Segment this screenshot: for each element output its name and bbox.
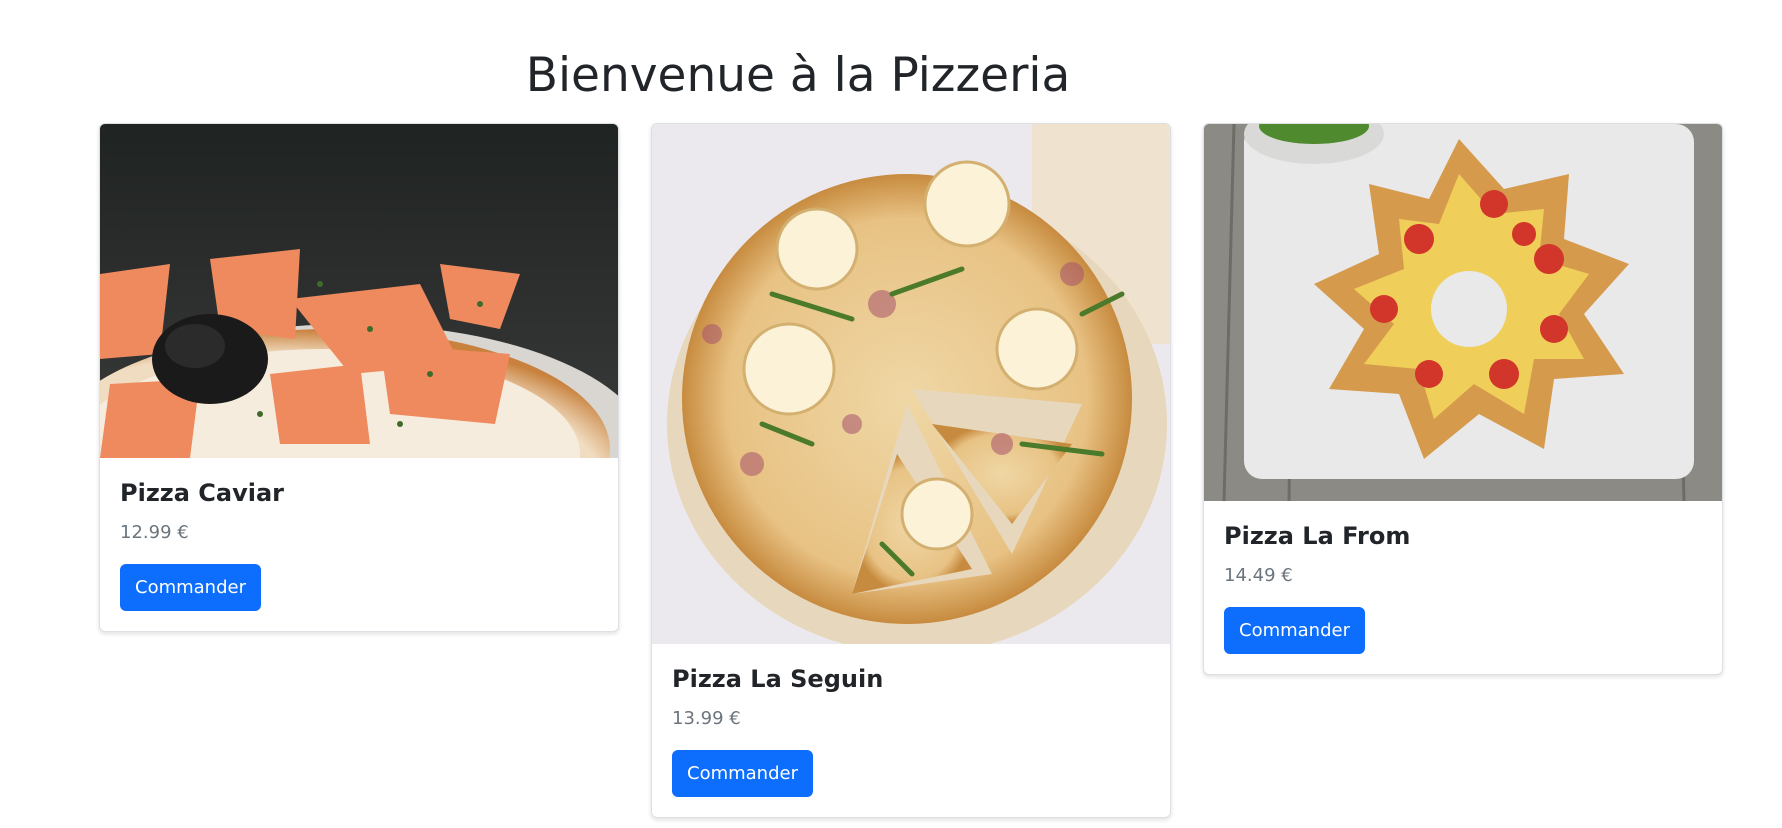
page: Bienvenue à la Pizzeria Pizza Caviar 12.… (0, 0, 1782, 828)
pizza-name: Pizza Caviar (120, 479, 285, 507)
order-button[interactable]: Commander (672, 750, 813, 797)
pizza-price: 14.49 € (1224, 565, 1293, 586)
pizza-la-from-photo (1204, 124, 1722, 501)
pizza-la-seguin-photo (652, 124, 1170, 644)
pizza-card: Pizza Caviar 12.99 € Commander (99, 123, 619, 632)
order-button[interactable]: Commander (1224, 607, 1365, 654)
pizza-caviar-photo (100, 124, 618, 458)
pizza-name: Pizza La From (1224, 522, 1411, 550)
card-body: Pizza La Seguin 13.99 € Commander (652, 644, 1170, 817)
order-button[interactable]: Commander (120, 564, 261, 611)
page-title: Bienvenue à la Pizzeria (525, 48, 1071, 103)
pizza-card: Pizza La From 14.49 € Commander (1203, 123, 1723, 675)
card-body: Pizza La From 14.49 € Commander (1204, 501, 1722, 674)
pizza-price: 13.99 € (672, 708, 741, 729)
pizza-price: 12.99 € (120, 522, 189, 543)
card-body: Pizza Caviar 12.99 € Commander (100, 458, 618, 631)
pizza-card: Pizza La Seguin 13.99 € Commander (651, 123, 1171, 818)
pizza-name: Pizza La Seguin (672, 665, 884, 693)
